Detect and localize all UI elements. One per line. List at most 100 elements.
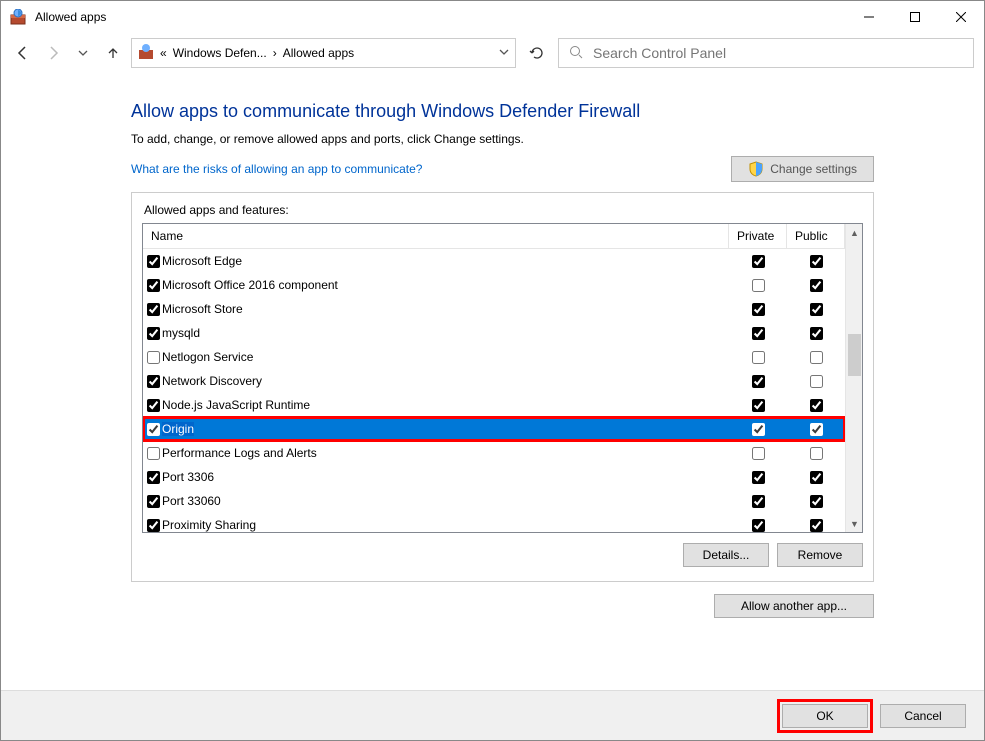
app-name-label: Proximity Sharing — [162, 518, 256, 532]
table-row[interactable]: Node.js JavaScript Runtime — [143, 393, 845, 417]
risks-link[interactable]: What are the risks of allowing an app to… — [131, 162, 422, 176]
allow-another-app-button[interactable]: Allow another app... — [714, 594, 874, 618]
table-row[interactable]: Performance Logs and Alerts — [143, 441, 845, 465]
breadcrumb-seg1[interactable]: Windows Defen... — [173, 46, 267, 60]
app-enabled-checkbox[interactable] — [147, 303, 160, 316]
app-public-checkbox[interactable] — [810, 351, 823, 364]
app-name-label: Node.js JavaScript Runtime — [162, 398, 310, 412]
col-public[interactable]: Public — [787, 224, 845, 248]
app-private-checkbox[interactable] — [752, 327, 765, 340]
app-enabled-checkbox[interactable] — [147, 447, 160, 460]
app-public-checkbox[interactable] — [810, 399, 823, 412]
table-header: Name Private Public — [143, 224, 845, 249]
table-row[interactable]: mysqld — [143, 321, 845, 345]
col-name[interactable]: Name — [143, 224, 729, 248]
app-private-checkbox[interactable] — [752, 399, 765, 412]
forward-button[interactable] — [41, 41, 65, 65]
app-name-label: Port 33060 — [162, 494, 221, 508]
app-private-checkbox[interactable] — [752, 423, 765, 436]
app-enabled-checkbox[interactable] — [147, 495, 160, 508]
app-private-checkbox[interactable] — [752, 351, 765, 364]
main-content: Allow apps to communicate through Window… — [1, 73, 984, 690]
page-description: To add, change, or remove allowed apps a… — [131, 132, 874, 146]
app-public-checkbox[interactable] — [810, 495, 823, 508]
app-name-label: Network Discovery — [162, 374, 262, 388]
app-private-checkbox[interactable] — [752, 375, 765, 388]
app-private-checkbox[interactable] — [752, 447, 765, 460]
back-button[interactable] — [11, 41, 35, 65]
app-name-label: Microsoft Store — [162, 302, 243, 316]
app-name-label: Performance Logs and Alerts — [162, 446, 317, 460]
table-row[interactable]: Port 33060 — [143, 489, 845, 513]
scrollbar[interactable]: ▲ ▼ — [845, 224, 862, 532]
app-public-checkbox[interactable] — [810, 327, 823, 340]
shield-icon — [748, 161, 764, 177]
search-input[interactable] — [593, 45, 963, 61]
app-private-checkbox[interactable] — [752, 279, 765, 292]
breadcrumb[interactable]: « Windows Defen... › Allowed apps — [131, 38, 516, 68]
col-private[interactable]: Private — [729, 224, 787, 248]
window-controls — [846, 1, 984, 33]
table-row[interactable]: Origin — [143, 417, 845, 441]
app-public-checkbox[interactable] — [810, 375, 823, 388]
app-public-checkbox[interactable] — [810, 423, 823, 436]
change-settings-button[interactable]: Change settings — [731, 156, 874, 182]
navbar: « Windows Defen... › Allowed apps — [1, 33, 984, 73]
app-private-checkbox[interactable] — [752, 255, 765, 268]
maximize-button[interactable] — [892, 1, 938, 33]
search-box[interactable] — [558, 38, 974, 68]
table-row[interactable]: Proximity Sharing — [143, 513, 845, 532]
apps-listbox: Name Private Public Microsoft EdgeMicros… — [142, 223, 863, 533]
scroll-up-icon[interactable]: ▲ — [846, 224, 863, 241]
app-enabled-checkbox[interactable] — [147, 423, 160, 436]
app-private-checkbox[interactable] — [752, 519, 765, 532]
table-row[interactable]: Microsoft Store — [143, 297, 845, 321]
app-enabled-checkbox[interactable] — [147, 279, 160, 292]
app-public-checkbox[interactable] — [810, 303, 823, 316]
panel-label: Allowed apps and features: — [144, 203, 863, 217]
footer: OK Cancel — [1, 690, 984, 740]
details-button[interactable]: Details... — [683, 543, 769, 567]
breadcrumb-seg2[interactable]: Allowed apps — [283, 46, 354, 60]
breadcrumb-chevrons: « — [160, 46, 167, 60]
change-settings-label: Change settings — [770, 162, 857, 176]
app-public-checkbox[interactable] — [810, 519, 823, 532]
app-enabled-checkbox[interactable] — [147, 255, 160, 268]
scroll-thumb[interactable] — [848, 334, 861, 376]
app-private-checkbox[interactable] — [752, 303, 765, 316]
recent-dropdown[interactable] — [71, 41, 95, 65]
app-public-checkbox[interactable] — [810, 471, 823, 484]
refresh-button[interactable] — [522, 38, 552, 68]
app-private-checkbox[interactable] — [752, 495, 765, 508]
app-private-checkbox[interactable] — [752, 471, 765, 484]
app-enabled-checkbox[interactable] — [147, 375, 160, 388]
apps-panel: Allowed apps and features: Name Private … — [131, 192, 874, 582]
table-row[interactable]: Port 3306 — [143, 465, 845, 489]
up-button[interactable] — [101, 41, 125, 65]
remove-button[interactable]: Remove — [777, 543, 863, 567]
page-title: Allow apps to communicate through Window… — [131, 101, 874, 122]
breadcrumb-sep: › — [273, 46, 277, 60]
scroll-down-icon[interactable]: ▼ — [846, 515, 863, 532]
ok-button[interactable]: OK — [782, 704, 868, 728]
app-enabled-checkbox[interactable] — [147, 327, 160, 340]
close-button[interactable] — [938, 1, 984, 33]
table-row[interactable]: Network Discovery — [143, 369, 845, 393]
minimize-button[interactable] — [846, 1, 892, 33]
table-row[interactable]: Microsoft Office 2016 component — [143, 273, 845, 297]
app-enabled-checkbox[interactable] — [147, 471, 160, 484]
app-public-checkbox[interactable] — [810, 279, 823, 292]
app-enabled-checkbox[interactable] — [147, 399, 160, 412]
table-row[interactable]: Netlogon Service — [143, 345, 845, 369]
breadcrumb-dropdown[interactable] — [499, 46, 509, 60]
firewall-icon-small — [138, 44, 154, 63]
table-row[interactable]: Microsoft Edge — [143, 249, 845, 273]
app-enabled-checkbox[interactable] — [147, 351, 160, 364]
cancel-button[interactable]: Cancel — [880, 704, 966, 728]
app-public-checkbox[interactable] — [810, 447, 823, 460]
search-icon — [569, 45, 583, 62]
table-body: Microsoft EdgeMicrosoft Office 2016 comp… — [143, 249, 845, 532]
app-public-checkbox[interactable] — [810, 255, 823, 268]
app-name-label: Port 3306 — [162, 470, 214, 484]
app-enabled-checkbox[interactable] — [147, 519, 160, 532]
